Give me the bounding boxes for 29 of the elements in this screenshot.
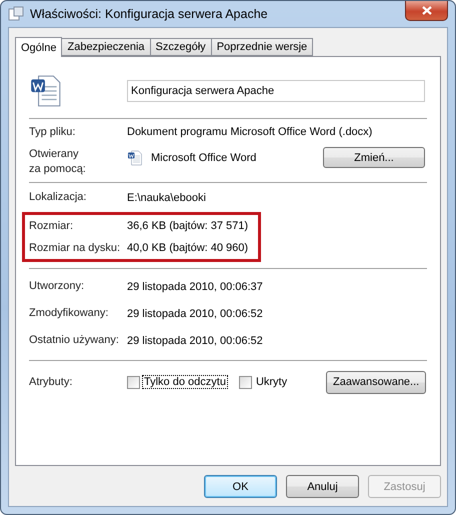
field-value: E:\nauka\ebooki — [127, 192, 206, 204]
field-label: Rozmiar: — [29, 218, 74, 234]
field-value: 29 listopada 2010, 00:06:37 — [127, 280, 263, 292]
field-value: Dokument programu Microsoft Office Word (.docx) — [127, 126, 372, 138]
dialog-button[interactable]: OK — [204, 475, 277, 498]
field-value: 29 listopada 2010, 00:06:52 — [127, 334, 263, 346]
field-label: Ostatnio używany: — [29, 333, 120, 348]
tab[interactable]: Ogólne — [15, 37, 62, 57]
file-name-field[interactable]: Konfiguracja serwera Apache — [127, 80, 425, 102]
field-label: Utworzony: — [29, 279, 86, 294]
field-value: 40,0 KB (bajtów: 40 960) — [127, 242, 248, 254]
field-label: Otwierany za pomocą: — [29, 147, 87, 177]
field-value: Microsoft Office Word — [151, 152, 256, 164]
window-title: Właściwości: Konfiguracja serwera Apache — [30, 7, 268, 21]
field-label: Zmodyfikowany: — [29, 306, 110, 321]
change-button[interactable]: Zmień... — [323, 147, 425, 168]
field-value: 36,6 KB (bajtów: 37 571) — [127, 220, 248, 232]
dialog-button[interactable]: Anuluj — [286, 475, 359, 498]
tab[interactable]: Szczegóły — [150, 38, 212, 56]
tab[interactable]: Poprzednie wersje — [210, 38, 314, 56]
field-label: Rozmiar na dysku: — [29, 240, 122, 256]
field-value: 29 listopada 2010, 00:06:52 — [127, 308, 263, 320]
advanced-button[interactable]: Zaawansowane... — [326, 370, 426, 394]
field-label: Atrybuty: — [29, 374, 74, 390]
checkbox-label[interactable]: Ukryty — [254, 376, 288, 388]
tab[interactable]: Zabezpieczenia — [61, 38, 151, 56]
checkbox-label[interactable]: Tylko do odczytu — [143, 376, 227, 388]
field-label: Typ pliku: — [29, 124, 76, 140]
field-label: Lokalizacja: — [29, 190, 88, 205]
